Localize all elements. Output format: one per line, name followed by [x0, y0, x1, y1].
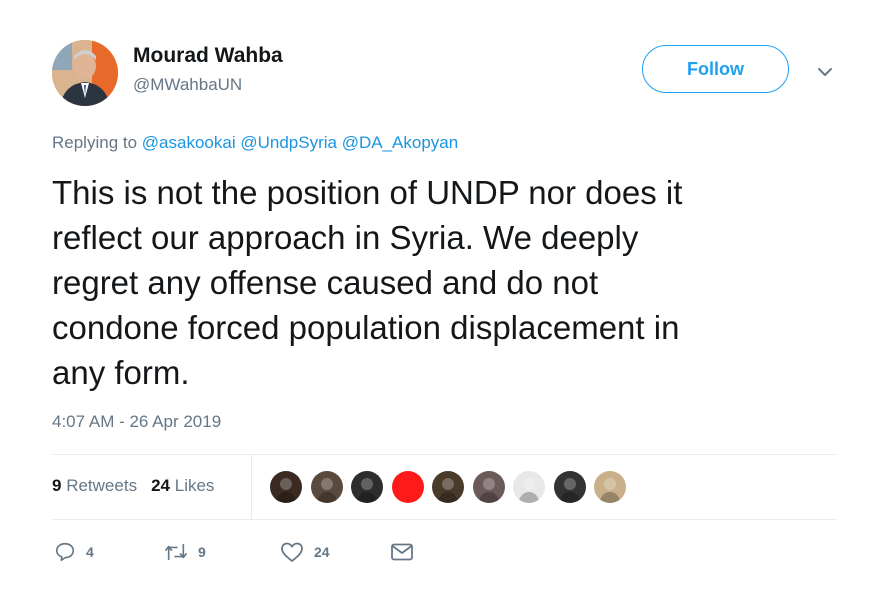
tweet-line: condone forced population displacement i… [52, 309, 680, 346]
tweet-line: any form. [52, 354, 190, 391]
follow-button[interactable]: Follow [642, 45, 789, 93]
tweet-timestamp[interactable]: 4:07 AM - 26 Apr 2019 [52, 412, 221, 432]
likes-count: 24 [151, 476, 170, 495]
tweet-line: This is not the position of UNDP nor doe… [52, 174, 683, 211]
likes-label: Likes [174, 476, 215, 495]
liker-avatar[interactable] [594, 471, 626, 503]
mention-link[interactable]: @asakookai [142, 133, 236, 152]
like-action[interactable]: 24 [280, 540, 330, 564]
chevron-down-icon[interactable] [815, 62, 835, 82]
mention-link[interactable]: @DA_Akopyan [342, 133, 459, 152]
liker-avatar[interactable] [310, 471, 343, 503]
reply-action[interactable]: 4 [54, 540, 94, 564]
engagement-stats: 9 Retweets 24 Likes [52, 476, 214, 496]
replying-to: Replying to @asakookai @UndpSyria @DA_Ak… [52, 133, 458, 153]
retweets-label: Retweets [66, 476, 138, 495]
divider [52, 519, 837, 520]
likes-stat[interactable]: 24 Likes [151, 476, 214, 495]
author-avatar[interactable] [52, 40, 118, 106]
liker-avatar[interactable] [391, 471, 424, 503]
divider [52, 454, 837, 455]
reply-count: 4 [86, 544, 94, 560]
tweet-text: This is not the position of UNDP nor doe… [52, 170, 842, 395]
retweet-icon [165, 543, 187, 561]
tweet-line: reflect our approach in Syria. We deeply [52, 219, 639, 256]
avatar-photo [52, 40, 118, 106]
liker-avatar[interactable] [472, 471, 505, 503]
liker-avatar[interactable] [553, 471, 586, 503]
replying-prefix: Replying to [52, 133, 138, 152]
tweet-line: regret any offense caused and do not [52, 264, 599, 301]
envelope-icon [391, 543, 413, 561]
heart-icon [281, 542, 303, 562]
retweets-stat[interactable]: 9 Retweets [52, 476, 137, 495]
retweets-count: 9 [52, 476, 62, 495]
stats-separator [251, 455, 252, 519]
retweet-count: 9 [198, 544, 206, 560]
like-count: 24 [314, 544, 330, 560]
retweet-action[interactable]: 9 [164, 540, 206, 564]
reply-icon [55, 542, 75, 562]
author-handle[interactable]: @MWahbaUN [133, 75, 242, 95]
liker-avatar[interactable] [351, 471, 383, 503]
liker-avatar[interactable] [513, 471, 545, 503]
direct-message-action[interactable] [390, 540, 414, 564]
liker-avatar[interactable] [270, 471, 302, 503]
mention-link[interactable]: @UndpSyria [240, 133, 337, 152]
author-name[interactable]: Mourad Wahba [133, 44, 283, 68]
liker-avatar[interactable] [432, 471, 464, 503]
